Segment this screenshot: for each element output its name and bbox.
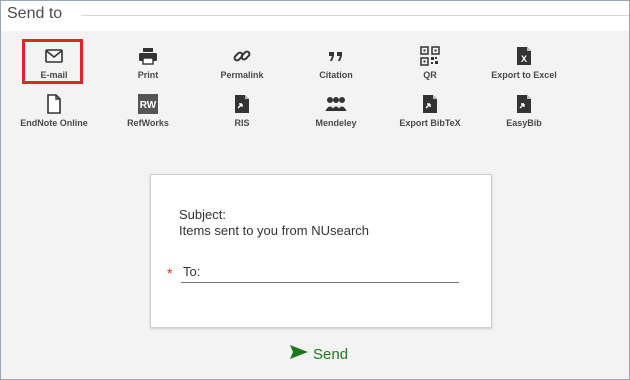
required-asterisk: * bbox=[167, 265, 173, 281]
subject-label: Subject: bbox=[179, 207, 226, 222]
action-email[interactable]: E-mail bbox=[9, 45, 99, 91]
action-qr[interactable]: QR bbox=[385, 45, 475, 91]
printer-icon bbox=[138, 45, 158, 67]
email-form-card: Subject: Items sent to you from NUsearch… bbox=[150, 174, 492, 328]
action-label: E-mail bbox=[40, 70, 68, 80]
action-citation[interactable]: Citation bbox=[291, 45, 381, 91]
action-label: Export BibTeX bbox=[399, 118, 461, 128]
action-mendeley[interactable]: Mendeley bbox=[291, 93, 381, 139]
action-label: EndNote Online bbox=[20, 118, 88, 128]
refworks-icon-text: RW bbox=[140, 100, 157, 111]
document-icon bbox=[46, 93, 62, 115]
email-content-area: Subject: Items sent to you from NUsearch… bbox=[1, 146, 629, 379]
mendeley-icon bbox=[325, 93, 347, 115]
link-icon bbox=[232, 45, 252, 67]
envelope-icon bbox=[45, 45, 63, 67]
action-label: QR bbox=[423, 70, 437, 80]
action-endnote-online[interactable]: EndNote Online bbox=[9, 93, 99, 139]
quote-icon bbox=[328, 45, 344, 67]
action-ris[interactable]: RIS bbox=[197, 93, 287, 139]
send-to-header: Send to bbox=[1, 1, 629, 31]
send-button-label: Send bbox=[313, 345, 349, 363]
qr-code-icon bbox=[420, 45, 440, 67]
action-print[interactable]: Print bbox=[103, 45, 193, 91]
send-arrow-icon bbox=[289, 344, 309, 365]
file-export-icon bbox=[422, 93, 438, 115]
action-export-excel[interactable]: X Export to Excel bbox=[479, 45, 569, 91]
action-permalink[interactable]: Permalink bbox=[197, 45, 287, 91]
to-email-input[interactable]: To: bbox=[181, 260, 459, 283]
action-label: RefWorks bbox=[127, 118, 169, 128]
send-button[interactable]: Send bbox=[289, 343, 348, 365]
action-label: Mendeley bbox=[315, 118, 357, 128]
excel-file-icon: X bbox=[516, 45, 532, 67]
action-label: Print bbox=[137, 70, 159, 80]
file-export-icon bbox=[516, 93, 532, 115]
action-export-bibtex[interactable]: Export BibTeX bbox=[385, 93, 475, 139]
svg-text:X: X bbox=[521, 54, 527, 64]
panel-title: Send to bbox=[7, 5, 63, 22]
action-label: EasyBib bbox=[506, 118, 542, 128]
refworks-icon: RW bbox=[138, 93, 158, 115]
action-label: RIS bbox=[234, 118, 250, 128]
to-field-label: To: bbox=[183, 264, 201, 279]
action-label: Export to Excel bbox=[491, 70, 557, 80]
action-label: Permalink bbox=[220, 70, 264, 80]
action-easybib[interactable]: EasyBib bbox=[479, 93, 569, 139]
subject-value: Items sent to you from NUsearch bbox=[179, 223, 370, 238]
send-to-panel: Send to E-mail Print Permalink Citation … bbox=[0, 0, 630, 380]
file-export-icon bbox=[234, 93, 250, 115]
action-label: Citation bbox=[319, 70, 353, 80]
send-actions-grid: E-mail Print Permalink Citation QR X Exp… bbox=[1, 31, 629, 146]
action-refworks[interactable]: RW RefWorks bbox=[103, 93, 193, 139]
header-divider bbox=[81, 15, 629, 16]
